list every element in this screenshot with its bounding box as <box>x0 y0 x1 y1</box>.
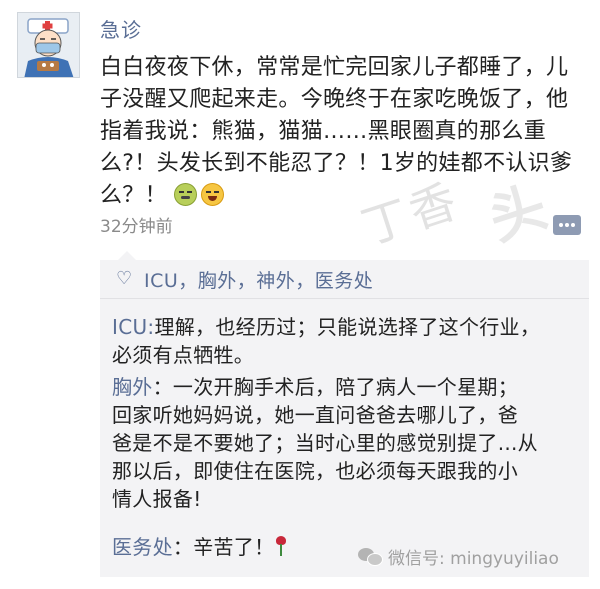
comment-body: 回家听她妈妈说，她一直问爸爸去哪儿了，爸 <box>112 403 518 427</box>
comment-body: 必须有点牺牲。 <box>112 343 255 367</box>
wechat-icon <box>358 548 383 566</box>
wechat-id: 微信号: mingyuyiliao <box>388 549 559 569</box>
comment-author[interactable]: 医务处 <box>112 535 173 559</box>
heart-icon: ♡ <box>116 268 133 289</box>
comment-body: 那以后，即使住在医院，也必须每天跟我的小 <box>112 459 518 483</box>
likes-section: ♡ ICU，胸外，神外，医务处 <box>100 251 589 299</box>
likes-list[interactable]: ICU，胸外，神外，医务处 <box>144 266 373 293</box>
wechat-watermark: 微信号: mingyuyiliao <box>358 544 559 569</box>
angry-face-icon <box>174 183 198 206</box>
comment-line: ICU:理解，也经历过；只能说选择了这个行业， <box>112 313 582 341</box>
comment-body: 理解，也经历过；只能说选择了这个行业， <box>154 315 541 339</box>
post-text-line: 么？！ <box>100 183 167 208</box>
doctor-avatar-icon <box>18 13 79 77</box>
comments-section: ICU:理解，也经历过；只能说选择了这个行业， 必须有点牺牲。 胸外：一次开胸手… <box>100 299 589 577</box>
comment-item[interactable]: ICU:理解，也经历过；只能说选择了这个行业， 必须有点牺牲。 <box>112 313 582 369</box>
comment-line: 胸外：一次开胸手术后，陪了病人一个星期； <box>112 373 582 401</box>
comment-author[interactable]: 胸外 <box>112 375 153 399</box>
comment-body: ：辛苦了！ <box>172 535 275 559</box>
laughing-face-icon <box>201 183 225 206</box>
comment-item[interactable]: 胸外：一次开胸手术后，陪了病人一个星期； 回家听她妈妈说，她一直问爸爸去哪儿了，… <box>112 373 582 513</box>
comment-body: 爸是不是不要她了；当时心里的感觉别提了...从 <box>112 431 538 455</box>
moments-post: 急诊 白白夜夜下休，常常是忙完回家儿子都睡了，儿 子没醒又爬起来走。今晚终于在家… <box>0 0 600 589</box>
post-author[interactable]: 急诊 <box>100 14 142 43</box>
post-timestamp: 32分钟前 <box>100 217 173 237</box>
avatar[interactable] <box>17 12 80 78</box>
post-text-line: 白白夜夜下休，常常是忙完回家儿子都睡了，儿 <box>100 55 569 80</box>
comment-body: ：一次开胸手术后，陪了病人一个星期； <box>152 375 519 399</box>
comment-author[interactable]: ICU: <box>112 315 154 339</box>
comment-body: 情人报备! <box>112 487 202 511</box>
rose-icon <box>274 535 288 557</box>
post-text-line: 指着我说：熊猫，猫猫……黑眼圈真的那么重 <box>100 119 547 144</box>
post-text-line: 子没醒又爬起来走。今晚终于在家吃晚饭了，他 <box>100 87 569 112</box>
